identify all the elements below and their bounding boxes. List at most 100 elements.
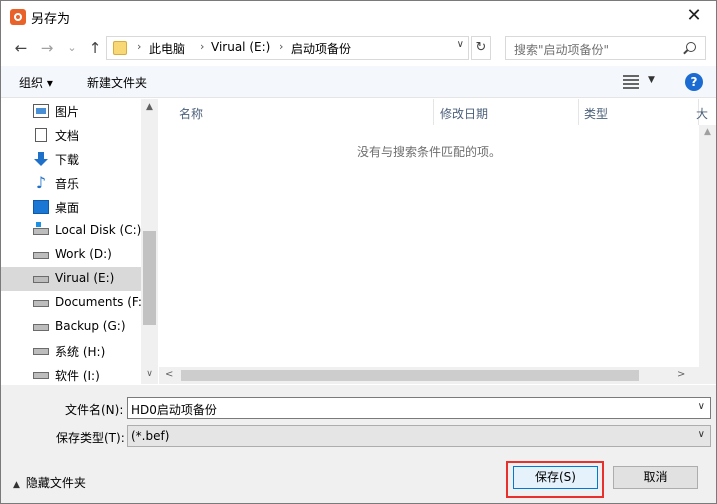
sidebar-item-label: Local Disk (C:) <box>55 223 142 237</box>
desktop-icon <box>33 200 49 214</box>
scroll-down-icon[interactable]: ∨ <box>141 369 158 379</box>
sidebar-item-label: 桌面 <box>55 201 80 215</box>
pictures-icon <box>33 104 49 118</box>
documents-icon <box>35 128 47 142</box>
sidebar-item-label: Documents (F:) <box>55 295 147 309</box>
file-list-horizontal-scrollbar[interactable]: < > <box>159 367 716 384</box>
sidebar-item-label: Virual (E:) <box>55 271 115 285</box>
drive-icon <box>33 348 49 355</box>
filetype-label: 保存类型(T): <box>56 431 125 445</box>
sidebar-item-documents[interactable]: 文档 <box>1 123 141 147</box>
drive-icon <box>33 252 49 259</box>
sidebar-item-drive-h[interactable]: 系统 (H:) <box>1 339 141 363</box>
sidebar-item-label: Work (D:) <box>55 247 112 261</box>
forward-button[interactable]: → <box>39 39 55 57</box>
up-button[interactable]: ↑ <box>87 39 103 57</box>
breadcrumb-separator: › <box>200 40 205 53</box>
search-icon[interactable] <box>686 42 696 52</box>
sidebar-item-label: 文档 <box>55 129 80 143</box>
column-header-date[interactable]: 修改日期 <box>434 99 579 125</box>
navigation-pane: 图片 文档 下载 ♪ 音乐 桌面 Local Disk (C:) Work (D… <box>1 99 159 384</box>
chevron-down-icon[interactable]: ∨ <box>698 429 705 440</box>
download-icon <box>33 152 49 166</box>
sidebar-item-downloads[interactable]: 下载 <box>1 147 141 171</box>
file-list-vertical-scrollbar[interactable]: ▲ <box>699 125 716 367</box>
system-drive-icon <box>33 222 49 235</box>
sidebar-item-drive-e[interactable]: Virual (E:) <box>1 267 141 291</box>
scrollbar-thumb[interactable] <box>143 231 156 325</box>
hide-folders-label: 隐藏文件夹 <box>25 476 86 490</box>
window-title: 另存为 <box>31 12 71 27</box>
scroll-left-icon[interactable]: < <box>165 369 173 380</box>
new-folder-button[interactable]: 新建文件夹 <box>87 74 147 91</box>
scroll-up-icon[interactable]: ▲ <box>699 127 716 137</box>
breadcrumb-separator: › <box>137 40 142 53</box>
filetype-select[interactable]: (*.bef) ∨ <box>127 425 711 447</box>
sort-ascending-icon: ^ <box>297 99 306 106</box>
breadcrumb-current-folder[interactable]: 启动项备份 <box>291 40 351 57</box>
drive-icon <box>33 324 49 331</box>
search-input[interactable]: 搜索"启动项备份" <box>514 41 609 58</box>
music-icon: ♪ <box>35 173 47 192</box>
filename-field[interactable]: HD0启动项备份 ∨ <box>127 397 711 419</box>
cancel-button[interactable]: 取消 <box>613 466 698 489</box>
chevron-down-icon[interactable]: ∨ <box>698 401 705 412</box>
breadcrumb-separator: › <box>279 40 284 53</box>
filetype-value: (*.bef) <box>131 429 170 443</box>
file-list[interactable]: ^ 名称 修改日期 类型 大 没有与搜索条件匹配的项。 ▲ < > <box>159 99 716 384</box>
sidebar-item-label: 下载 <box>55 153 80 167</box>
sidebar-item-drive-f[interactable]: Documents (F:) <box>1 291 147 315</box>
sidebar-item-drive-d[interactable]: Work (D:) <box>1 243 141 267</box>
column-label: 名称 <box>179 107 204 121</box>
sidebar-item-drive-g[interactable]: Backup (G:) <box>1 315 141 339</box>
column-header-name[interactable]: ^ 名称 <box>159 99 434 125</box>
column-label: 类型 <box>584 107 609 121</box>
empty-state-message: 没有与搜索条件匹配的项。 <box>356 145 501 159</box>
sidebar-item-music[interactable]: ♪ 音乐 <box>1 171 141 195</box>
sidebar-item-label: 系统 (H:) <box>55 345 106 359</box>
view-options-icon[interactable] <box>623 75 639 89</box>
search-box[interactable]: 搜索"启动项备份" <box>505 36 706 60</box>
drive-icon <box>33 372 49 379</box>
hide-folders-toggle[interactable]: ▲ 隐藏文件夹 <box>13 474 86 491</box>
column-label: 修改日期 <box>440 107 489 121</box>
column-header-size[interactable]: 大 <box>696 99 716 125</box>
back-button[interactable]: ← <box>13 39 29 57</box>
app-logo-icon <box>10 9 26 25</box>
sidebar-item-label: 软件 (I:) <box>55 369 100 383</box>
close-button[interactable]: ✕ <box>682 3 706 29</box>
command-toolbar: 组织 ▾ 新建文件夹 ▼ ? <box>1 66 716 98</box>
breadcrumb-drive-e[interactable]: Virual (E:) <box>211 40 270 54</box>
recent-locations-button[interactable]: ⌄ <box>64 39 80 57</box>
filename-value[interactable]: HD0启动项备份 <box>131 401 217 418</box>
sidebar-item-label: 图片 <box>55 105 80 119</box>
organize-menu[interactable]: 组织 ▾ <box>19 74 53 91</box>
address-bar[interactable]: › 此电脑 › Virual (E:) › 启动项备份 ∨ <box>106 36 469 60</box>
navigation-scrollbar[interactable]: ▲ ∨ <box>141 99 158 384</box>
column-header-type[interactable]: 类型 <box>579 99 699 125</box>
save-button-highlight-box <box>506 461 604 498</box>
scroll-up-icon[interactable]: ▲ <box>141 102 158 112</box>
column-label: 大 <box>696 107 709 121</box>
sidebar-item-pictures[interactable]: 图片 <box>1 99 141 123</box>
sidebar-item-drive-c[interactable]: Local Disk (C:) <box>1 219 141 243</box>
scroll-right-icon[interactable]: > <box>677 369 685 380</box>
refresh-button[interactable]: ↻ <box>471 36 491 60</box>
help-icon[interactable]: ? <box>685 73 703 91</box>
chevron-up-icon: ▲ <box>13 480 20 490</box>
view-dropdown-icon[interactable]: ▼ <box>648 75 655 85</box>
folder-icon <box>113 41 127 55</box>
address-dropdown-icon[interactable]: ∨ <box>457 39 464 50</box>
sidebar-item-drive-i[interactable]: 软件 (I:) <box>1 363 141 384</box>
drive-icon <box>33 276 49 283</box>
drive-icon <box>33 300 49 307</box>
breadcrumb-this-pc[interactable]: 此电脑 <box>149 40 185 57</box>
sidebar-item-label: Backup (G:) <box>55 319 126 333</box>
save-as-dialog: 另存为 ✕ ← → ⌄ ↑ › 此电脑 › Virual (E:) › 启动项备… <box>0 0 717 504</box>
title-bar: 另存为 ✕ <box>1 1 716 32</box>
save-options-panel: 文件名(N): HD0启动项备份 ∨ 保存类型(T): (*.bef) ∨ ▲ 隐… <box>1 385 716 503</box>
sidebar-item-desktop[interactable]: 桌面 <box>1 195 141 219</box>
sidebar-item-label: 音乐 <box>55 177 80 191</box>
filename-label: 文件名(N): <box>65 403 124 417</box>
scrollbar-thumb[interactable] <box>181 370 639 381</box>
